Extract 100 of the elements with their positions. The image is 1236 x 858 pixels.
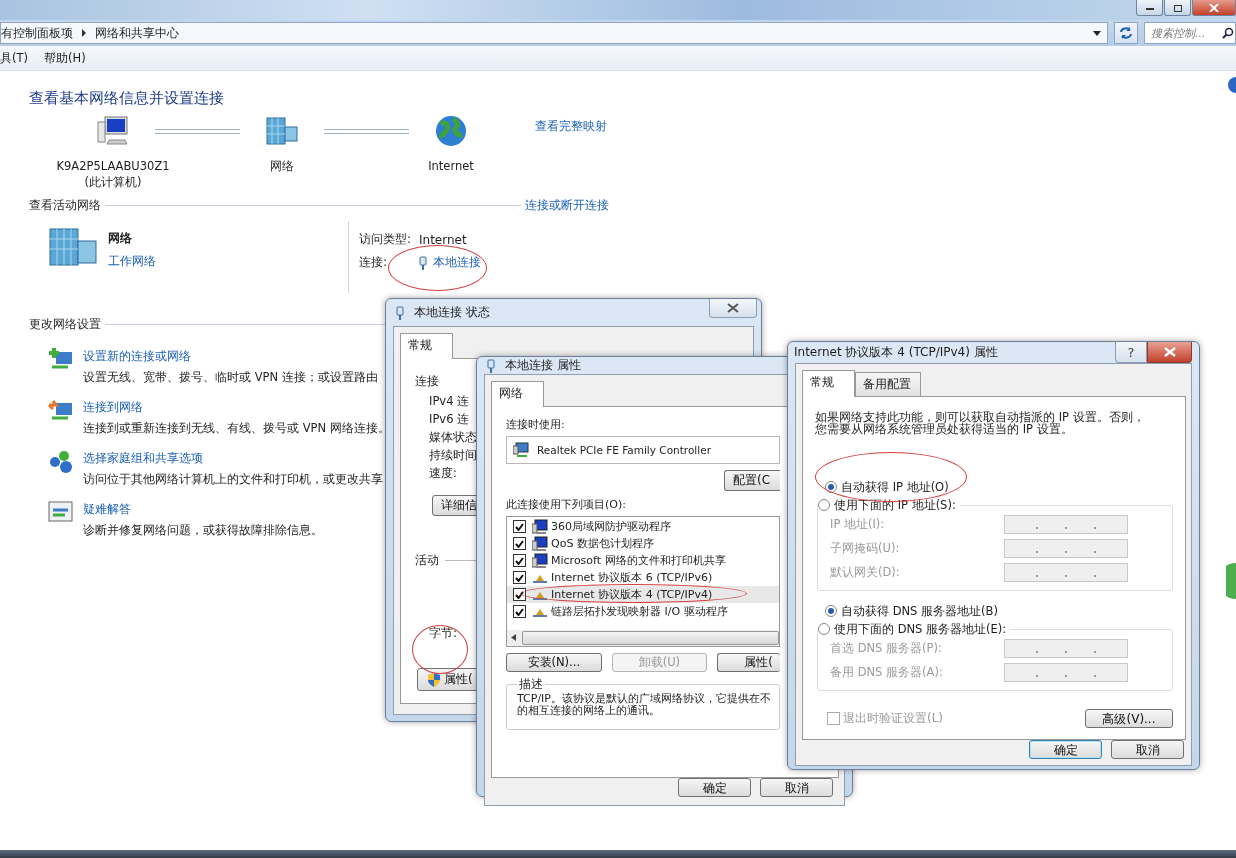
radio-option[interactable]: 自动获得 DNS 服务器地址(B) — [825, 603, 1173, 619]
map-link[interactable]: 查看完整映射 — [535, 118, 607, 135]
menu-item[interactable]: 帮助(H) — [44, 50, 86, 66]
task-link[interactable]: 设置新的连接或网络 — [83, 348, 378, 365]
chevron-icon — [81, 29, 87, 37]
radio-option[interactable]: 使用下面的 IP 地址(S): — [818, 497, 960, 513]
computer-icon — [532, 518, 548, 535]
field-label: 首选 DNS 服务器(P): — [830, 641, 942, 656]
network-connect-icon — [48, 399, 74, 423]
page-title: 查看基本网络信息并设置连接 — [29, 89, 225, 108]
list-item[interactable]: Internet 协议版本 6 (TCP/IPv6) — [507, 569, 779, 586]
action-button[interactable]: 属性( — [717, 653, 780, 672]
breadcrumb-item[interactable]: 网络和共享中心 — [95, 24, 179, 42]
connection-link[interactable]: 本地连接 — [433, 254, 481, 271]
globe-icon — [435, 115, 467, 147]
checkbox[interactable] — [513, 588, 526, 601]
list-item[interactable]: Internet 协议版本 4 (TCP/IPv4) — [507, 586, 779, 603]
field-label: 连接时使用: — [506, 417, 566, 432]
breadcrumb-item[interactable]: 有控制面板项 — [1, 24, 73, 42]
configure-button[interactable]: 配置(C — [724, 470, 780, 491]
description-text: 的相互连接的网络上的通讯。 — [517, 705, 660, 717]
minimize-button[interactable] — [1136, 0, 1163, 16]
checkbox[interactable] — [513, 571, 526, 584]
checkbox[interactable] — [513, 554, 526, 567]
refresh-icon — [1118, 26, 1134, 40]
cancel-button[interactable]: 取消 — [1111, 740, 1184, 759]
tab[interactable]: 常规 — [400, 333, 453, 359]
task-link[interactable]: 疑难解答 — [83, 501, 323, 518]
field-label: 备用 DNS 服务器(A): — [830, 665, 943, 680]
list-item[interactable]: Microsoft 网络的文件和打印机共享 — [507, 552, 779, 569]
close-button[interactable] — [709, 299, 757, 318]
checkbox[interactable] — [513, 537, 526, 550]
connect-link[interactable]: 连接或断开连接 — [525, 198, 609, 213]
field-label: 子网掩码(U): — [830, 541, 900, 556]
plug-icon — [487, 358, 495, 373]
list-item[interactable]: 360局域网防护驱动程序 — [507, 518, 779, 535]
computer-icon — [97, 116, 129, 146]
tab[interactable]: 备用配置 — [855, 372, 921, 396]
search-field[interactable]: 搜索控制... — [1144, 22, 1236, 44]
scroll-left-icon — [511, 634, 516, 641]
building-icon — [48, 227, 98, 267]
help-icon[interactable] — [1226, 77, 1236, 93]
field-label: 此连接使用下列项目(O): — [506, 497, 627, 512]
intro-text: 如果网络支持此功能，则可以获取自动指派的 IP 设置。否则， — [815, 411, 1146, 423]
ok-button[interactable]: 确定 — [678, 778, 751, 797]
close-button[interactable] — [1192, 0, 1236, 16]
help-button[interactable]: ? — [1115, 342, 1147, 363]
maximize-icon — [1172, 3, 1183, 12]
group-label: 连接 — [415, 373, 439, 390]
close-button[interactable] — [1147, 342, 1192, 363]
dialog-title: 本地连接 属性 — [505, 357, 581, 374]
close-icon — [1163, 347, 1176, 357]
field-label: 速度: — [429, 466, 457, 481]
field-label: IPv6 连 — [429, 412, 470, 427]
task-description: 诊断并修复网络问题，或获得故障排除信息。 — [83, 523, 323, 538]
intro-text: 您需要从网络系统管理员处获得适当的 IP 设置。 — [815, 423, 1073, 435]
task-link[interactable]: 选择家庭组和共享选项 — [83, 450, 383, 467]
radio-option[interactable]: 使用下面的 DNS 服务器地址(E): — [818, 621, 1011, 637]
computer-icon — [532, 552, 548, 569]
field-label: IP 地址(I): — [830, 517, 885, 532]
close-icon — [1209, 3, 1219, 12]
computer-icon — [532, 535, 548, 552]
task-description: 设置无线、宽带、拨号、临时或 VPN 连接；或设置路由 — [83, 370, 378, 385]
task-description: 连接到或重新连接到无线、有线、拨号或 VPN 网络连接。 — [83, 421, 390, 436]
advanced-button[interactable]: 高级(V)... — [1085, 709, 1173, 728]
horizontal-scrollbar[interactable] — [507, 630, 779, 646]
tab[interactable]: 常规 — [802, 370, 855, 397]
node-sublabel: (此计算机) — [84, 175, 142, 190]
list-item[interactable]: 链路层拓扑发现映射器 I/O 驱动程序 — [507, 603, 779, 620]
access-value: Internet — [419, 232, 467, 247]
checkbox[interactable] — [513, 520, 526, 533]
network-name: 网络 — [108, 230, 133, 247]
action-button[interactable]: 安装(N)... — [506, 653, 602, 672]
annotation-ellipse — [412, 625, 468, 674]
radio-option[interactable]: 自动获得 IP 地址(O) — [825, 479, 1173, 495]
cancel-button[interactable]: 取消 — [760, 778, 833, 797]
list-item[interactable]: QoS 数据包计划程序 — [507, 535, 779, 552]
checkbox[interactable] — [513, 605, 526, 618]
plug-icon — [396, 305, 404, 320]
node-label: K9A2P5LAABU30Z1 — [56, 159, 170, 173]
description-text: TCP/IP。该协议是默认的广域网络协议，它提供在不 — [517, 693, 772, 705]
access-label: 连接: — [359, 254, 389, 271]
network-add-icon — [48, 348, 74, 372]
menu-item[interactable]: 具(T) — [0, 50, 28, 66]
shield-icon — [428, 672, 440, 687]
dialog-title: 本地连接 状态 — [414, 304, 490, 321]
network-adapter-icon — [513, 442, 529, 458]
task-description: 访问位于其他网络计算机上的文件和打印机，或更改共享 — [83, 472, 383, 487]
ok-button[interactable]: 确定 — [1029, 740, 1102, 759]
field-label: 持续时间 — [429, 448, 477, 463]
address-bar[interactable]: 有控制面板项 网络和共享中心 — [0, 22, 1108, 44]
building-icon — [266, 117, 298, 145]
node-label: 网络 — [270, 159, 294, 174]
field-label: 默认网关(D): — [830, 565, 900, 580]
adapter-name: Realtek PCIe FE Family Controller — [537, 444, 711, 456]
dropdown-icon[interactable] — [1093, 30, 1101, 36]
maximize-button[interactable] — [1164, 0, 1191, 16]
tab[interactable]: 网络 — [491, 381, 544, 407]
network-type-link[interactable]: 工作网络 — [108, 253, 156, 270]
refresh-button[interactable] — [1114, 22, 1138, 44]
